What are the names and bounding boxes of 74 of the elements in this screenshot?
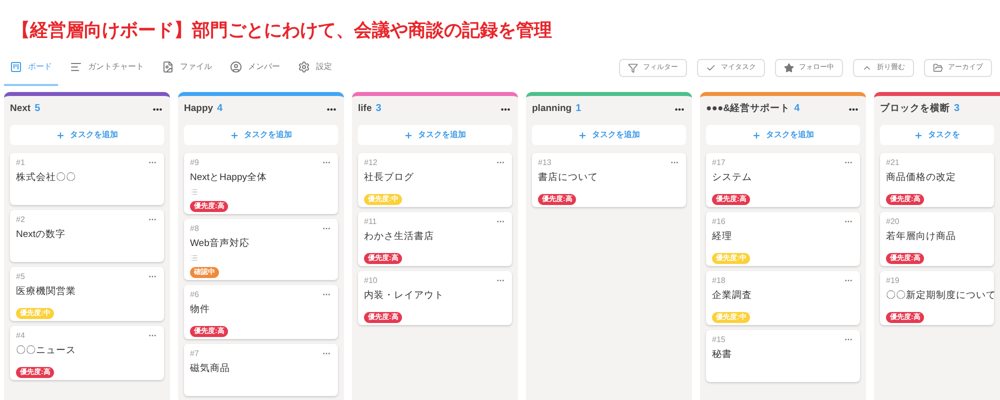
task-number: #1 [16, 158, 25, 167]
task-number: #10 [364, 276, 378, 285]
task-count: 3 [376, 102, 382, 116]
board-icon [10, 61, 22, 73]
column-title: Next [10, 102, 31, 116]
plus-icon [56, 130, 65, 140]
task-title: 〇〇新定期制度について [886, 290, 996, 301]
task-card[interactable]: #15 秘書 [706, 330, 860, 382]
task-title: 物件 [190, 304, 210, 315]
task-card[interactable]: #7 磁気商品 [184, 344, 338, 396]
task-card[interactable]: #2 Nextの数字 [10, 210, 164, 262]
task-number: #17 [712, 158, 726, 167]
column-title: ブロックを横断 [880, 102, 950, 116]
plus-icon [578, 130, 587, 140]
task-number: #2 [16, 215, 25, 224]
task-number: #11 [364, 217, 377, 226]
plus-icon [914, 130, 923, 140]
column-title: ●●●&経営サポート [706, 102, 790, 116]
plus-icon [404, 130, 413, 140]
lines-icon [70, 61, 82, 73]
nav-tab[interactable]: 設定 [292, 50, 338, 86]
task-title: 社長ブログ [364, 172, 414, 183]
task-title: 経理 [712, 231, 732, 242]
task-title: 若年層向け商品 [886, 231, 956, 242]
task-number: #9 [190, 158, 199, 167]
column-title: planning [532, 102, 572, 116]
task-title: 商品価格の改定 [886, 172, 956, 183]
task-title: 磁気商品 [190, 363, 230, 374]
task-title: わかさ生活書店 [364, 231, 434, 242]
task-number: #8 [190, 224, 199, 233]
task-title: Web音声対応 [190, 238, 250, 249]
plus-icon [752, 130, 761, 140]
task-number: #6 [190, 290, 199, 299]
task-count: 5 [34, 102, 40, 116]
folder-icon [933, 63, 943, 73]
nav-tab[interactable]: ファイル [156, 50, 218, 86]
task-number: #15 [712, 335, 726, 344]
task-number: #19 [886, 276, 900, 285]
settings-icon [298, 61, 310, 73]
star-icon [784, 63, 794, 73]
task-title: 内装・レイアウト [364, 290, 444, 301]
task-title: NextとHappy全体 [190, 172, 267, 183]
column-title: Happy [184, 102, 214, 116]
task-card[interactable]: #1 株式会社〇〇 [10, 153, 164, 205]
filter-icon [628, 63, 638, 73]
task-number: #18 [712, 276, 726, 285]
task-number: #13 [538, 158, 552, 167]
column-title: life [358, 102, 372, 116]
user-icon [230, 61, 242, 73]
task-title: Nextの数字 [16, 229, 66, 240]
task-title: システム [712, 172, 752, 183]
check-icon [706, 63, 716, 73]
task-title: 医療機関営業 [16, 286, 76, 297]
task-number: #7 [190, 349, 199, 358]
task-number: #12 [364, 158, 378, 167]
task-number: #21 [886, 158, 900, 167]
task-title: 書店について [538, 172, 598, 183]
task-title: 〇〇ニュース [16, 345, 76, 356]
task-number: #5 [16, 272, 25, 281]
nav-tab[interactable]: ガントチャート [64, 50, 150, 86]
task-count: 3 [954, 102, 960, 116]
headline: 【経営層向けボード】部門ごとにわけて、会議や商談の記録を管理 [12, 18, 552, 42]
nav-tab[interactable]: メンバー [224, 50, 286, 86]
file-icon [162, 61, 174, 73]
task-count: 4 [217, 102, 223, 116]
task-count: 4 [794, 102, 800, 116]
task-number: #4 [16, 331, 25, 340]
plus-icon [230, 130, 239, 140]
task-title: 株式会社〇〇 [16, 172, 76, 183]
task-number: #16 [712, 217, 726, 226]
task-title: 秘書 [712, 349, 732, 360]
task-title: 企業調査 [712, 290, 752, 301]
task-number: #20 [886, 217, 900, 226]
task-count: 1 [576, 102, 582, 116]
